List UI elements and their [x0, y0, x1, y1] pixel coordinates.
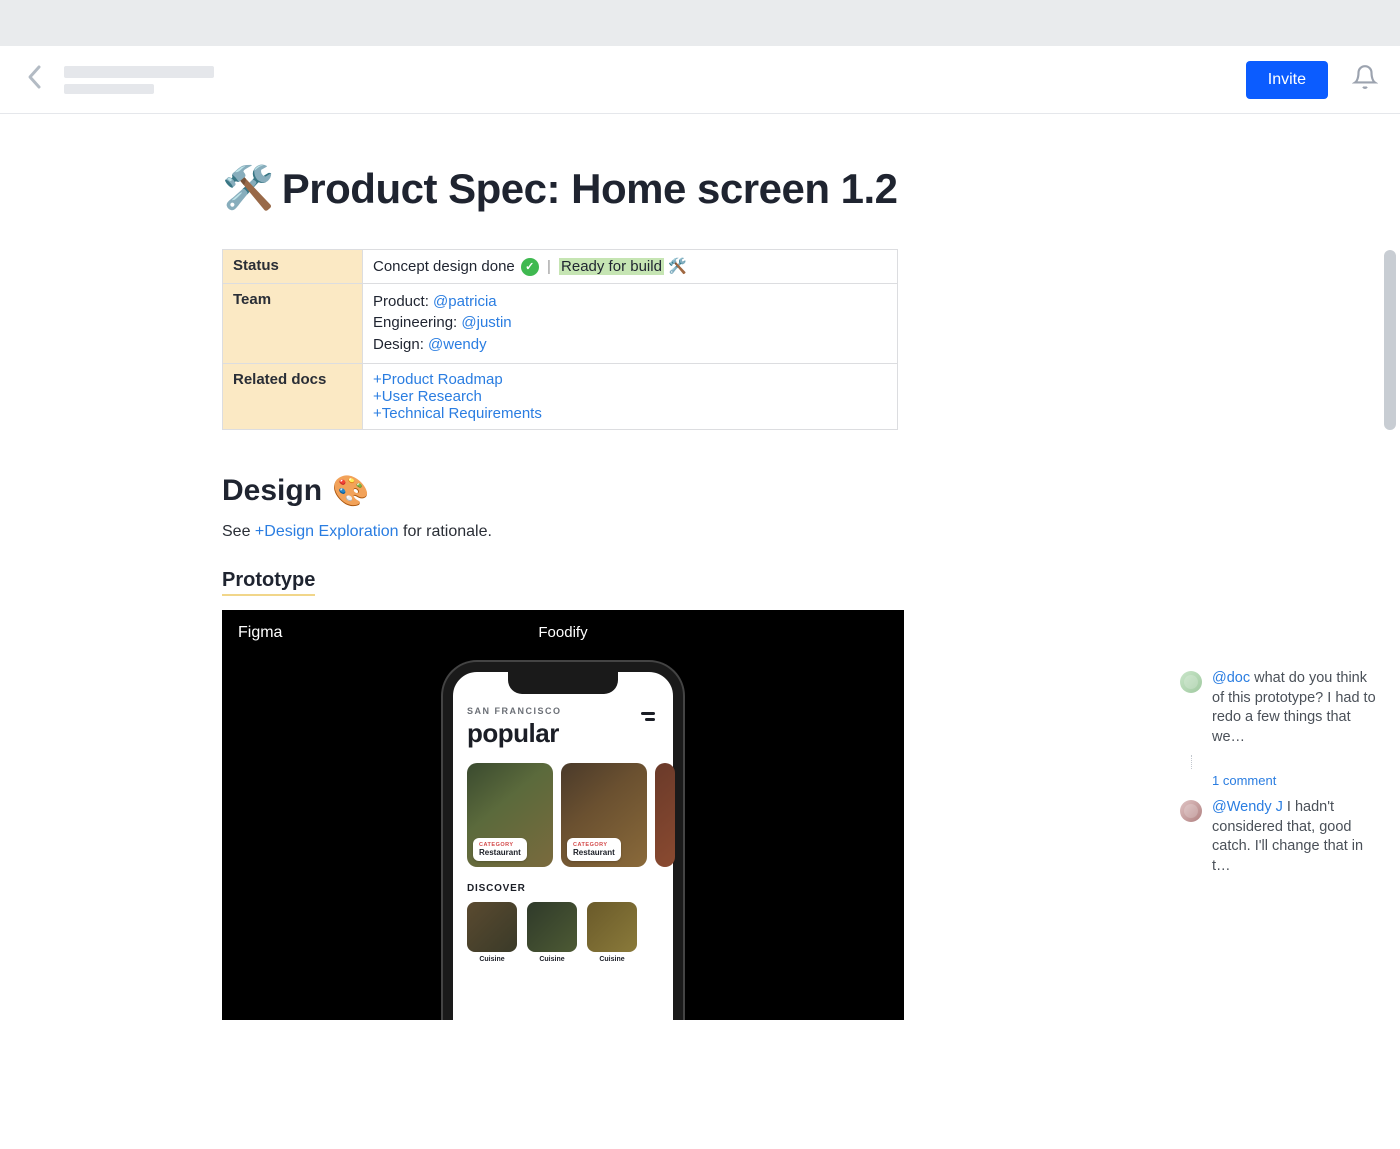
skeleton-top-bar [0, 0, 1400, 46]
figma-embed[interactable]: Figma Foodify SAN FRANCISCO popular CATE… [222, 610, 904, 1020]
location-label: SAN FRANCISCO [467, 706, 659, 716]
see-suffix: for rationale. [399, 523, 492, 540]
phone-notch [508, 672, 618, 694]
discover-heading: DISCOVER [467, 883, 659, 894]
header-right: Invite [1246, 61, 1378, 99]
avatar [1180, 800, 1202, 822]
scrollbar-thumb[interactable] [1384, 250, 1396, 430]
tools-emoji-icon: 🛠️ [668, 258, 687, 275]
design-heading: Design 🎨 [222, 474, 1180, 509]
team-design-label: Design: [373, 336, 428, 353]
comment-mention[interactable]: @Wendy J [1212, 799, 1283, 815]
food-card-pill: CATEGORY Restaurant [567, 838, 621, 861]
discover-thumb [527, 902, 577, 952]
comment[interactable]: @doc what do you think of this prototype… [1180, 669, 1376, 747]
card-name: Restaurant [573, 848, 615, 857]
discover-label: Cuisine [479, 956, 504, 963]
hamburger-icon [641, 712, 655, 721]
check-circle-icon: ✓ [521, 258, 539, 276]
row-label-team: Team [223, 283, 363, 363]
info-table: Status Concept design done ✓ | Ready for… [222, 249, 898, 430]
mention-patricia[interactable]: @patricia [433, 293, 497, 310]
prototype-heading: Prototype [222, 569, 315, 596]
design-see-line: See +Design Exploration for rationale. [222, 523, 1180, 541]
status-text-1: Concept design done [373, 258, 515, 275]
figma-project-title: Foodify [538, 624, 587, 641]
discover-item: Cuisine [587, 902, 637, 963]
discover-item: Cuisine [467, 902, 517, 963]
skeleton-line [64, 84, 154, 94]
mention-justin[interactable]: @justin [461, 314, 511, 331]
discover-label: Cuisine [599, 956, 624, 963]
card-name: Restaurant [479, 848, 521, 857]
invite-button[interactable]: Invite [1246, 61, 1328, 99]
phone-mockup: SAN FRANCISCO popular CATEGORY Restauran… [443, 662, 683, 1020]
food-card: CATEGORY Restaurant [467, 763, 553, 867]
popular-heading: popular [467, 718, 659, 749]
table-row: Status Concept design done ✓ | Ready for… [223, 250, 898, 284]
discover-thumb [467, 902, 517, 952]
phone-screen: SAN FRANCISCO popular CATEGORY Restauran… [453, 672, 673, 973]
thread-connector [1191, 755, 1376, 769]
notifications-icon[interactable] [1352, 64, 1378, 95]
team-product-label: Product: [373, 293, 433, 310]
see-prefix: See [222, 523, 255, 540]
discover-label: Cuisine [539, 956, 564, 963]
back-icon[interactable] [22, 60, 48, 99]
row-value-team: Product: @patricia Engineering: @justin … [363, 283, 898, 363]
skeleton-line [64, 66, 214, 78]
status-divider: | [547, 258, 551, 275]
page-title: 🛠️ Product Spec: Home screen 1.2 [222, 164, 1180, 213]
palette-emoji-icon: 🎨 [332, 474, 369, 509]
mention-wendy[interactable]: @wendy [428, 336, 487, 353]
comments-sidebar: @doc what do you think of this prototype… [1180, 114, 1394, 1020]
team-eng-label: Engineering: [373, 314, 461, 331]
popular-cards-row: CATEGORY Restaurant CATEGORY Restaurant [467, 763, 659, 867]
row-value-related: +Product Roadmap +User Research +Technic… [363, 363, 898, 429]
status-ready-highlight: Ready for build [559, 258, 664, 275]
doclink-research[interactable]: +User Research [373, 388, 482, 405]
food-card-pill: CATEGORY Restaurant [473, 838, 527, 861]
food-card: CATEGORY Restaurant [561, 763, 647, 867]
row-value-status: Concept design done ✓ | Ready for build … [363, 250, 898, 284]
doclink-roadmap[interactable]: +Product Roadmap [373, 371, 503, 388]
tools-emoji-icon: 🛠️ [222, 164, 274, 213]
header-left [22, 60, 214, 99]
page-header: Invite [0, 46, 1400, 114]
content-wrap: 🛠️ Product Spec: Home screen 1.2 Status … [0, 114, 1400, 1020]
page-title-text: Product Spec: Home screen 1.2 [282, 165, 898, 213]
comment[interactable]: @Wendy J I hadn't considered that, good … [1180, 798, 1376, 876]
table-row: Related docs +Product Roadmap +User Rese… [223, 363, 898, 429]
row-label-status: Status [223, 250, 363, 284]
doclink-design-exploration[interactable]: +Design Exploration [255, 523, 399, 540]
food-card-partial [655, 763, 675, 867]
row-label-related: Related docs [223, 363, 363, 429]
discover-row: Cuisine Cuisine Cuisine [467, 902, 659, 963]
table-row: Team Product: @patricia Engineering: @ju… [223, 283, 898, 363]
comment-body: @doc what do you think of this prototype… [1212, 669, 1376, 747]
discover-thumb [587, 902, 637, 952]
main-content: 🛠️ Product Spec: Home screen 1.2 Status … [0, 114, 1180, 1020]
reply-count-link[interactable]: 1 comment [1212, 773, 1376, 788]
design-heading-text: Design [222, 474, 322, 508]
avatar [1180, 671, 1202, 693]
comment-body: @Wendy J I hadn't considered that, good … [1212, 798, 1376, 876]
breadcrumb-skeleton [64, 66, 214, 94]
comment-mention[interactable]: @doc [1212, 670, 1250, 686]
discover-item: Cuisine [527, 902, 577, 963]
figma-tool-label: Figma [238, 624, 282, 642]
doclink-techreq[interactable]: +Technical Requirements [373, 405, 542, 422]
